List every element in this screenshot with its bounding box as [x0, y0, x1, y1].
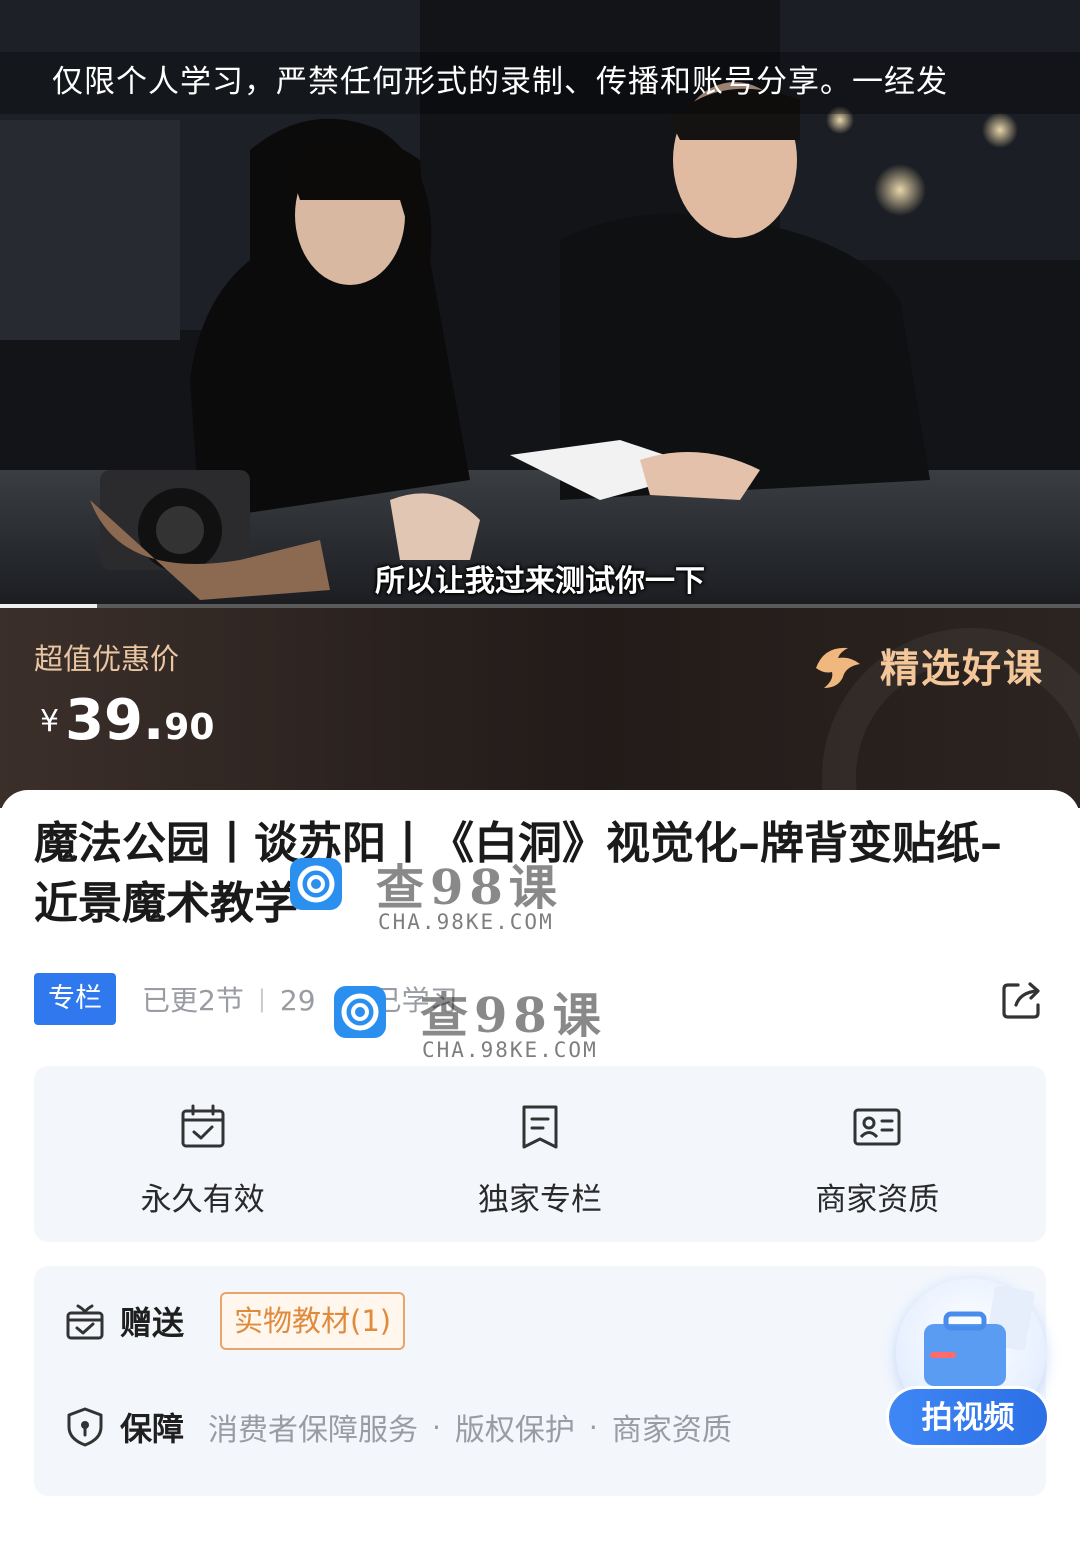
update-count: 已更2节	[142, 984, 244, 1017]
learner-count: 29 已学习	[279, 984, 458, 1017]
price-label: 超值优惠价	[34, 642, 180, 676]
video-subtitle: 所以让我过来测试你一下	[375, 564, 705, 599]
id-card-icon	[853, 1108, 901, 1146]
price-decimal: 90	[164, 707, 215, 748]
badge-text: 精选好课	[879, 647, 1044, 692]
feature-merchant[interactable]: 商家资质	[709, 1066, 1046, 1242]
guarantee-item: 版权保护	[454, 1413, 575, 1448]
meta-divider: |	[257, 985, 266, 1013]
anti-piracy-notice: 仅限个人学习，严禁任何形式的录制、传播和账号分享。一经发	[52, 64, 948, 100]
video-player[interactable]: 仅限个人学习，严禁任何形式的录制、传播和账号分享。一经发 所以让我过来测试你一下	[0, 0, 1080, 608]
gift-label: 赠送	[120, 1304, 185, 1342]
feature-label: 独家专栏	[477, 1182, 602, 1218]
guarantee-separator: ·	[588, 1410, 598, 1444]
feature-exclusive[interactable]: 独家专栏	[371, 1066, 708, 1242]
feature-label: 商家资质	[815, 1182, 940, 1218]
feature-label: 永久有效	[140, 1182, 265, 1218]
guarantee-item: 商家资质	[611, 1413, 732, 1448]
guarantee-row[interactable]: 保障 消费者保障服务 · 版权保护 · 商家资质	[64, 1404, 732, 1450]
calendar-check-icon	[181, 1104, 225, 1148]
course-title: 魔法公园丨谈苏阳丨《白洞》视觉化–牌背变贴纸–近景魔术教学	[34, 818, 1002, 929]
guarantee-separator: ·	[432, 1410, 441, 1444]
feature-permanent[interactable]: 永久有效	[34, 1066, 371, 1242]
price-value: ¥39.90	[40, 688, 214, 753]
watermark-text-en: CHA.98KE.COM	[422, 1038, 598, 1062]
price-banner: 超值优惠价 ¥39.90 精选好课	[0, 608, 1080, 808]
guarantee-item: 消费者保障服务	[208, 1413, 419, 1448]
shield-icon	[67, 1407, 103, 1447]
currency-symbol: ¥	[40, 704, 60, 739]
column-tag: 专栏	[34, 973, 116, 1025]
bird-logo-icon	[815, 647, 860, 688]
featured-course-badge: 精选好课	[810, 638, 1044, 694]
gift-icon	[66, 1304, 104, 1340]
feature-strip: 永久有效 独家专栏 商家资质	[34, 1066, 1046, 1242]
guarantee-label: 保障	[120, 1410, 185, 1448]
gift-item-tag[interactable]: 实物教材(1)	[220, 1292, 406, 1350]
course-meta-row: 专栏 已更2节 | 29 已学习	[34, 972, 1046, 1026]
price-integer: 39.	[65, 688, 165, 753]
bookmark-icon	[522, 1105, 558, 1149]
record-video-label: 拍视频	[886, 1386, 1050, 1448]
record-video-button[interactable]: 拍视频	[886, 1270, 1054, 1460]
share-icon[interactable]	[998, 975, 1046, 1023]
gift-row[interactable]: 赠送 实物教材(1)	[64, 1292, 406, 1350]
